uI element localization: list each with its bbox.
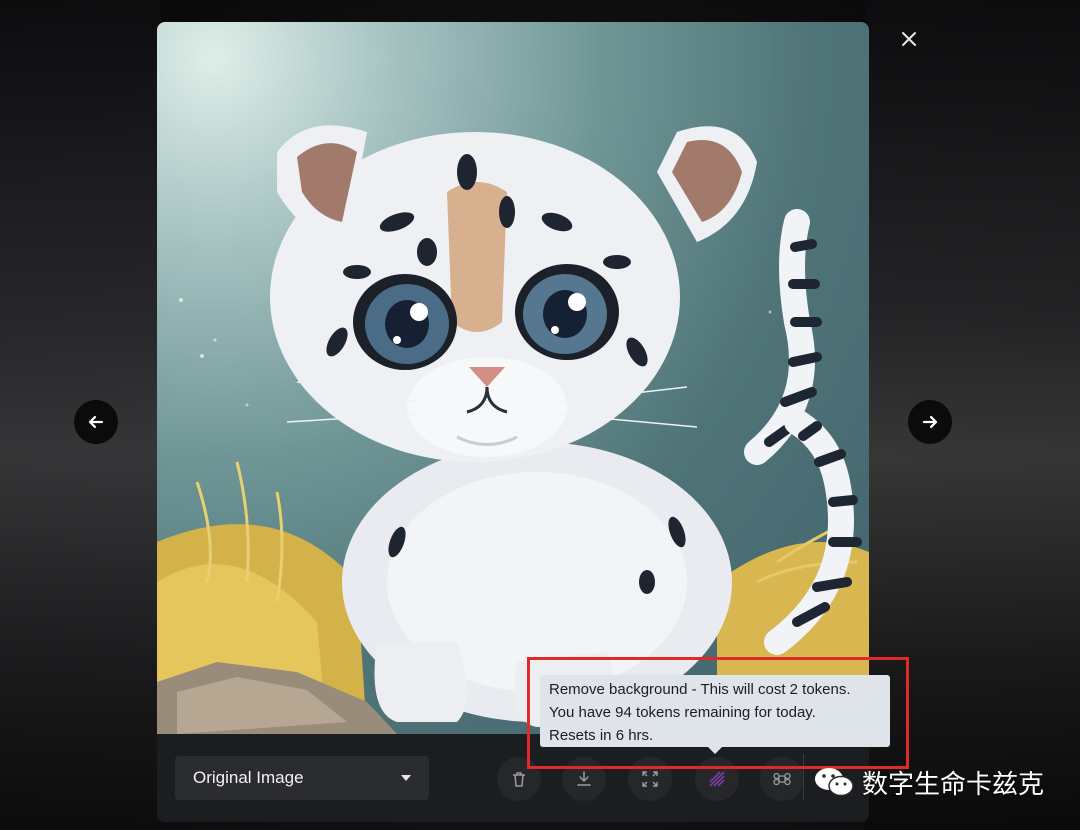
expand-icon xyxy=(642,771,658,787)
chevron-down-icon xyxy=(401,775,411,781)
backdrop-right xyxy=(865,0,1080,830)
tooltip-line-1: Remove background - This will cost 2 tok… xyxy=(549,681,851,698)
tooltip-line-3: Resets in 6 hrs. xyxy=(549,727,654,744)
tooltip-arrow xyxy=(707,746,723,754)
command-icon xyxy=(773,772,791,786)
next-image-button[interactable] xyxy=(908,400,952,444)
watermark-text: 数字生命卡兹克 xyxy=(862,769,1045,800)
previous-image-button[interactable] xyxy=(74,400,118,444)
toolbar-divider xyxy=(803,754,804,800)
arrow-right-icon xyxy=(922,415,938,429)
remove-background-tooltip: Remove background - This will cost 2 tok… xyxy=(540,675,890,754)
close-icon xyxy=(902,32,916,46)
generated-image xyxy=(157,22,869,734)
kitten-illustration xyxy=(157,125,869,734)
image-toolbar: Original Image xyxy=(157,734,869,822)
delete-button[interactable] xyxy=(497,757,541,801)
remove-background-button[interactable] xyxy=(695,757,739,801)
download-icon xyxy=(577,771,591,786)
remove-background-icon xyxy=(709,771,725,787)
tooltip-line-2: You have 94 tokens remaining for today. xyxy=(549,704,816,721)
download-button[interactable] xyxy=(562,757,606,801)
arrow-left-icon xyxy=(88,415,104,429)
wechat-icon xyxy=(815,768,854,797)
upscale-button[interactable] xyxy=(628,757,672,801)
trash-icon xyxy=(513,772,525,787)
watermark: 数字生命卡兹克 xyxy=(812,762,1044,802)
command-button[interactable] xyxy=(760,757,804,801)
image-view-select-value: Original Image xyxy=(193,768,304,787)
image-view-select[interactable]: Original Image xyxy=(175,756,429,800)
close-button[interactable] xyxy=(896,26,922,52)
